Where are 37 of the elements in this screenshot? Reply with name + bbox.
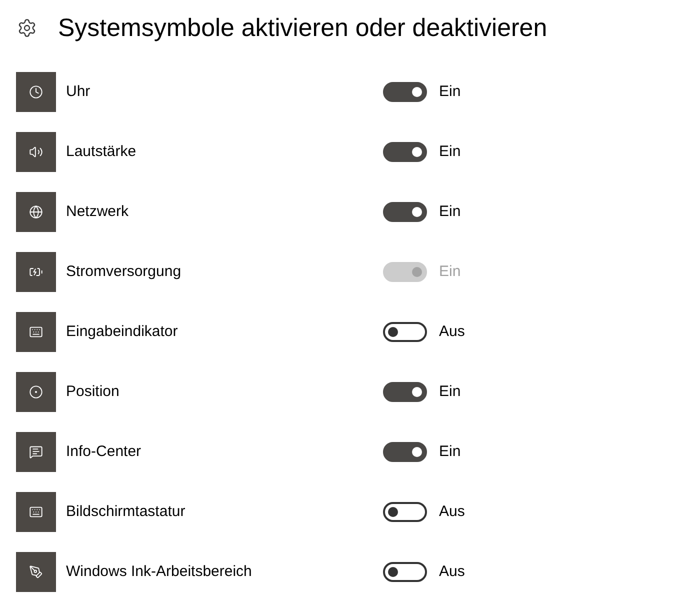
keyboard-icon — [16, 492, 56, 532]
toggle-state-label: Ein — [439, 382, 461, 402]
toggle-state-label: Aus — [439, 502, 465, 522]
toggle-switch[interactable] — [383, 202, 427, 222]
setting-label: Uhr — [66, 83, 90, 100]
toggle-state-label: Ein — [439, 142, 461, 162]
toggle-state-label: Ein — [439, 262, 461, 282]
setting-label: Netzwerk — [66, 203, 129, 220]
toggle-switch[interactable] — [383, 502, 427, 522]
toggle-switch[interactable] — [383, 142, 427, 162]
setting-label: Lautstärke — [66, 143, 136, 160]
pen-nib-icon — [16, 552, 56, 592]
page-title: Systemsymbole aktivieren oder deaktivieren — [58, 13, 548, 44]
keyboard-icon — [16, 312, 56, 352]
toggle-state-label: Ein — [439, 442, 461, 462]
speaker-icon — [16, 132, 56, 172]
toggle-switch[interactable] — [383, 442, 427, 462]
setting-label: Bildschirmtastatur — [66, 503, 186, 520]
message-icon — [16, 432, 56, 472]
toggle-switch[interactable] — [383, 82, 427, 102]
setting-label: Stromversorgung — [66, 263, 182, 280]
setting-label: Position — [66, 383, 120, 400]
globe-icon — [16, 192, 56, 232]
toggle-state-label: Aus — [439, 322, 465, 342]
toggle-state-label: Aus — [439, 562, 465, 582]
setting-label: Windows Ink-Arbeitsbereich — [66, 563, 252, 580]
clock-icon — [16, 72, 56, 112]
battery-charging-icon — [16, 252, 56, 292]
toggle-switch[interactable] — [383, 562, 427, 582]
toggle-state-label: Ein — [439, 202, 461, 222]
toggle-state-label: Ein — [439, 82, 461, 102]
setting-label: Info-Center — [66, 443, 142, 460]
setting-label: Eingabeindikator — [66, 323, 178, 340]
toggle-switch[interactable] — [383, 382, 427, 402]
target-icon — [16, 372, 56, 412]
settings-icon — [17, 18, 37, 38]
toggle-switch[interactable] — [383, 322, 427, 342]
